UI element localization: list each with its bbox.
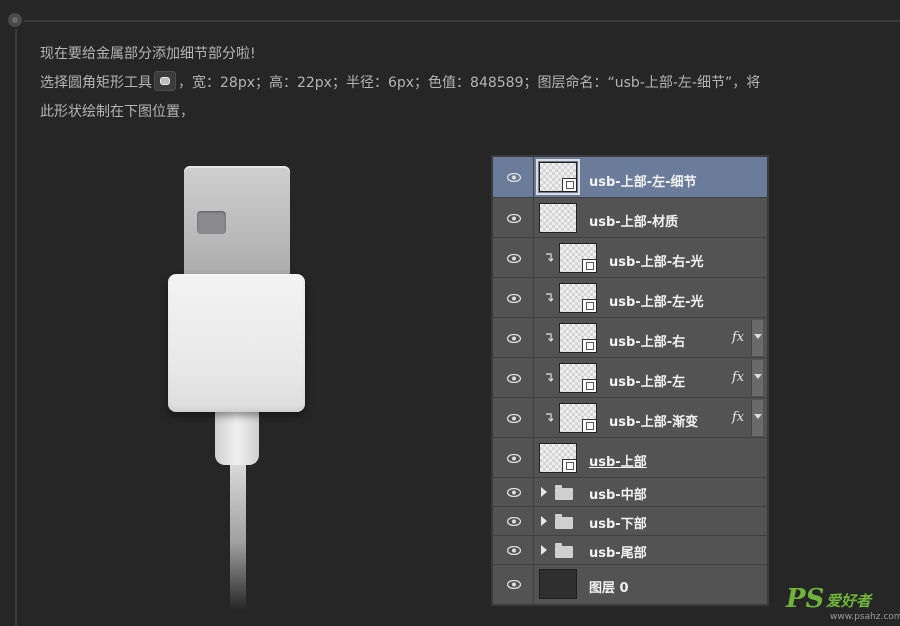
layer-thumbnail	[539, 569, 577, 599]
layer-row[interactable]: usb-上部-左 fx	[493, 358, 767, 398]
eye-icon[interactable]	[507, 454, 521, 463]
usb-neck	[215, 410, 259, 465]
eye-icon[interactable]	[507, 546, 521, 555]
layer-thumbnail	[539, 443, 577, 473]
vector-mask-icon	[582, 419, 596, 432]
layer-name: usb-下部	[589, 517, 647, 532]
layer-name: usb-上部-渐变	[609, 415, 699, 430]
folder-icon	[555, 485, 573, 500]
expand-arrow-icon[interactable]	[541, 487, 547, 497]
layer-row[interactable]: usb-上部-右 fx	[493, 318, 767, 358]
layer-name: usb-中部	[589, 488, 647, 503]
vector-mask-icon	[582, 259, 596, 272]
layer-name: usb-上部-左	[609, 375, 686, 390]
layer-name: usb-尾部	[589, 546, 647, 561]
layer-row[interactable]: usb-上部-材质	[493, 198, 767, 238]
eye-icon[interactable]	[507, 173, 521, 182]
layer-row[interactable]: usb-上部-左-细节	[493, 157, 767, 198]
clipping-mask-icon	[546, 253, 553, 262]
watermark-url: www.psahz.com	[830, 612, 900, 622]
layer-name: usb-上部	[589, 455, 647, 470]
layer-row[interactable]: usb-上部-渐变 fx	[493, 398, 767, 438]
usb-cable	[230, 460, 246, 610]
vector-mask-icon	[562, 178, 576, 191]
fx-icon[interactable]: fx	[732, 370, 744, 385]
eye-icon[interactable]	[507, 488, 521, 497]
usb-plastic-body	[168, 274, 305, 412]
layer-group-row[interactable]: usb-下部	[493, 507, 767, 536]
layer-name: usb-上部-右-光	[609, 255, 704, 270]
layer-thumbnail	[559, 323, 597, 353]
eye-icon[interactable]	[507, 254, 521, 263]
eye-icon[interactable]	[507, 374, 521, 383]
effects-toggle-arrow-icon[interactable]	[751, 360, 763, 396]
folder-icon	[555, 543, 573, 558]
eye-icon[interactable]	[507, 214, 521, 223]
layer-group-row[interactable]: usb-尾部	[493, 536, 767, 565]
vector-mask-icon	[582, 379, 596, 392]
watermark-ps: PS	[786, 584, 825, 614]
layer-name: usb-上部-材质	[589, 215, 679, 230]
layer-thumbnail	[559, 283, 597, 313]
layer-thumbnail	[536, 159, 580, 195]
usb-illustration	[0, 0, 480, 626]
clipping-mask-icon	[546, 333, 553, 342]
layer-row[interactable]: usb-上部	[493, 438, 767, 478]
layers-panel: usb-上部-左-细节 usb-上部-材质 usb-上部-右-光 usb-上部-…	[491, 155, 769, 606]
layer-name: 图层 0	[589, 581, 629, 596]
expand-arrow-icon[interactable]	[541, 545, 547, 555]
clipping-mask-icon	[546, 373, 553, 382]
layer-thumbnail	[539, 203, 577, 233]
eye-icon[interactable]	[507, 580, 521, 589]
fx-icon[interactable]: fx	[732, 330, 744, 345]
fx-icon[interactable]: fx	[732, 410, 744, 425]
usb-detail-slot	[197, 211, 226, 234]
clipping-mask-icon	[546, 293, 553, 302]
layer-row[interactable]: usb-上部-右-光	[493, 238, 767, 278]
vector-mask-icon	[562, 459, 576, 472]
effects-toggle-arrow-icon[interactable]	[751, 400, 763, 436]
effects-toggle-arrow-icon[interactable]	[751, 320, 763, 356]
layer-row[interactable]: usb-上部-左-光	[493, 278, 767, 318]
watermark: PS 爱好者 www.psahz.com	[786, 584, 900, 624]
eye-icon[interactable]	[507, 517, 521, 526]
layer-thumbnail	[559, 403, 597, 433]
watermark-cn: 爱好者	[826, 592, 872, 610]
folder-icon	[555, 514, 573, 529]
eye-icon[interactable]	[507, 414, 521, 423]
layer-group-row[interactable]: usb-中部	[493, 478, 767, 507]
layer-row[interactable]: 图层 0	[493, 565, 767, 604]
layer-thumbnail	[559, 363, 597, 393]
layer-name: usb-上部-右	[609, 335, 686, 350]
eye-icon[interactable]	[507, 334, 521, 343]
layer-name: usb-上部-左-光	[609, 295, 704, 310]
clipping-mask-icon	[546, 413, 553, 422]
expand-arrow-icon[interactable]	[541, 516, 547, 526]
vector-mask-icon	[582, 299, 596, 312]
vector-mask-icon	[582, 339, 596, 352]
layer-name: usb-上部-左-细节	[589, 175, 697, 190]
layer-thumbnail	[559, 243, 597, 273]
eye-icon[interactable]	[507, 294, 521, 303]
